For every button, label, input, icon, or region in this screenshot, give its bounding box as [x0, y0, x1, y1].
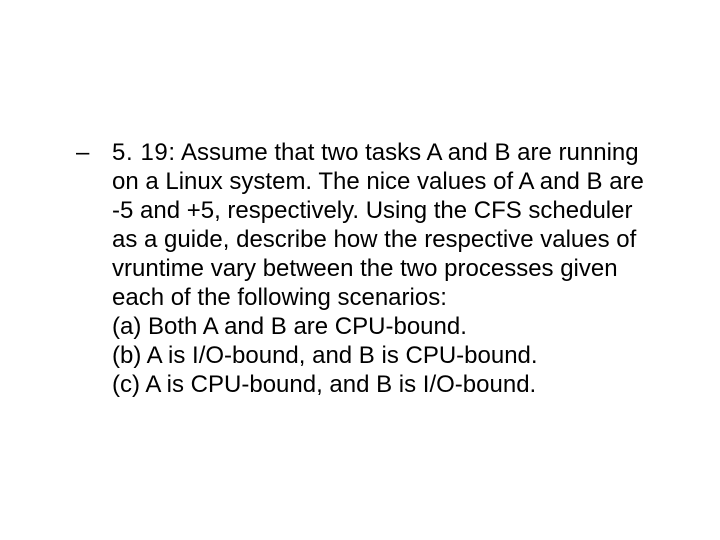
question-text: Assume that two tasks A and B are runnin…	[112, 139, 644, 311]
question-body: 5. 19: Assume that two tasks A and B are…	[112, 138, 646, 312]
scenario-list: (a) Both A and B are CPU-bound. (b) A is…	[112, 312, 646, 399]
scenario-item: (a) Both A and B are CPU-bound.	[112, 312, 646, 341]
question-block: – 5. 19: Assume that two tasks A and B a…	[76, 138, 646, 399]
scenario-item: (c) A is CPU-bound, and B is I/O-bound.	[112, 370, 646, 399]
slide: – 5. 19: Assume that two tasks A and B a…	[0, 0, 720, 540]
scenario-item: (b) A is I/O-bound, and B is CPU-bound.	[112, 341, 646, 370]
bullet-dash: –	[76, 138, 89, 167]
question-label: 5. 19:	[112, 139, 176, 166]
